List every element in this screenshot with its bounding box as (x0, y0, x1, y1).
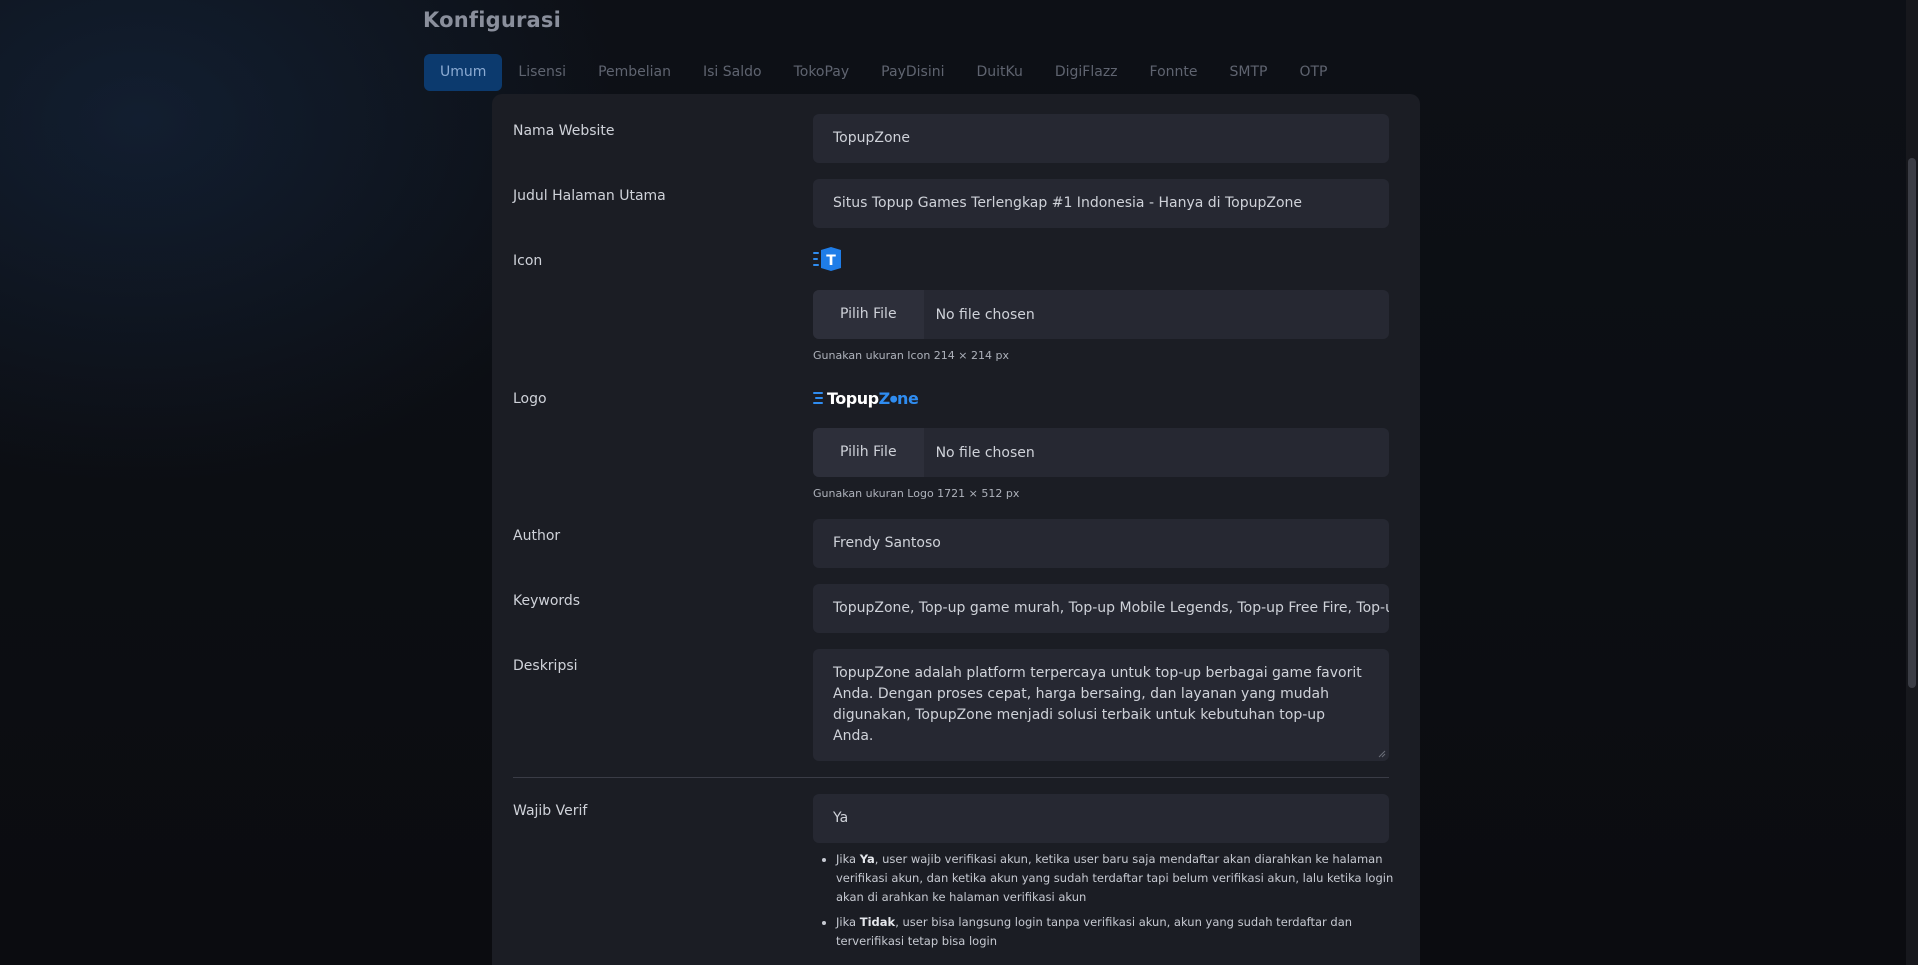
site-icon-preview: T (813, 246, 843, 272)
icon-label: Icon (513, 253, 543, 269)
tab-otp[interactable]: OTP (1283, 54, 1343, 91)
tab-isi-saldo[interactable]: Isi Saldo (687, 54, 778, 91)
tab-umum[interactable]: Umum (424, 54, 503, 91)
icon-file-input[interactable]: Pilih File No file chosen (813, 290, 1389, 339)
logo-label: Logo (513, 391, 547, 407)
svg-text:T: T (826, 253, 836, 269)
nama-website-input[interactable]: TopupZone (813, 114, 1389, 163)
icon-pilih-file-button[interactable]: Pilih File (813, 290, 924, 339)
tab-lisensi[interactable]: Lisensi (502, 54, 582, 91)
logo-speed-lines-icon (813, 392, 823, 404)
keywords-input[interactable]: TopupZone, Top-up game murah, Top-up Mob… (813, 584, 1389, 633)
page-title: Konfigurasi (423, 8, 562, 32)
scrollbar-thumb[interactable] (1908, 158, 1916, 688)
site-logo-preview: TopupZ●ne (813, 386, 919, 410)
config-tabs: Umum Lisensi Pembelian Isi Saldo TokoPay… (424, 54, 1343, 91)
tab-smtp[interactable]: SMTP (1214, 54, 1284, 91)
author-label: Author (513, 528, 561, 544)
deskripsi-label: Deskripsi (513, 658, 578, 674)
wajib-verif-notes: Jika Ya, user wajib verifikasi akun, ket… (822, 850, 1396, 957)
note-ya: Jika Ya, user wajib verifikasi akun, ket… (836, 850, 1396, 907)
keywords-label: Keywords (513, 593, 581, 609)
deskripsi-text: TopupZone adalah platform terpercaya unt… (833, 665, 1362, 744)
author-input[interactable]: Frendy Santoso (813, 519, 1389, 568)
logo-size-hint: Gunakan ukuran Logo 1721 × 512 px (813, 487, 1020, 500)
note-tidak: Jika Tidak, user bisa langsung login tan… (836, 913, 1396, 951)
tab-fonnte[interactable]: Fonnte (1134, 54, 1214, 91)
section-divider (513, 777, 1389, 778)
tab-duitku[interactable]: DuitKu (960, 54, 1038, 91)
wajib-verif-select[interactable]: Ya (813, 794, 1389, 843)
nama-website-label: Nama Website (513, 123, 615, 139)
tab-paydisini[interactable]: PayDisini (865, 54, 960, 91)
wajib-verif-label: Wajib Verif (513, 803, 588, 819)
tab-pembelian[interactable]: Pembelian (582, 54, 687, 91)
tab-digiflazz[interactable]: DigiFlazz (1039, 54, 1134, 91)
brand-t-icon: T (813, 247, 841, 271)
page-scrollbar[interactable] (1906, 0, 1918, 965)
logo-pilih-file-button[interactable]: Pilih File (813, 428, 924, 477)
judul-halaman-input[interactable]: Situs Topup Games Terlengkap #1 Indonesi… (813, 179, 1389, 228)
resize-grip-icon[interactable] (1378, 750, 1386, 758)
judul-halaman-label: Judul Halaman Utama (513, 188, 666, 204)
logo-file-name: No file chosen (935, 444, 1035, 461)
config-page: Konfigurasi Umum Lisensi Pembelian Isi S… (0, 0, 1918, 965)
logo-file-input[interactable]: Pilih File No file chosen (813, 428, 1389, 477)
icon-size-hint: Gunakan ukuran Icon 214 × 214 px (813, 349, 1009, 362)
deskripsi-textarea[interactable]: TopupZone adalah platform terpercaya unt… (813, 649, 1389, 761)
tab-tokopay[interactable]: TokoPay (778, 54, 866, 91)
config-form-card: Nama Website TopupZone Judul Halaman Uta… (492, 94, 1420, 965)
icon-file-name: No file chosen (935, 306, 1035, 323)
logo-wordmark: TopupZ●ne (827, 388, 919, 408)
